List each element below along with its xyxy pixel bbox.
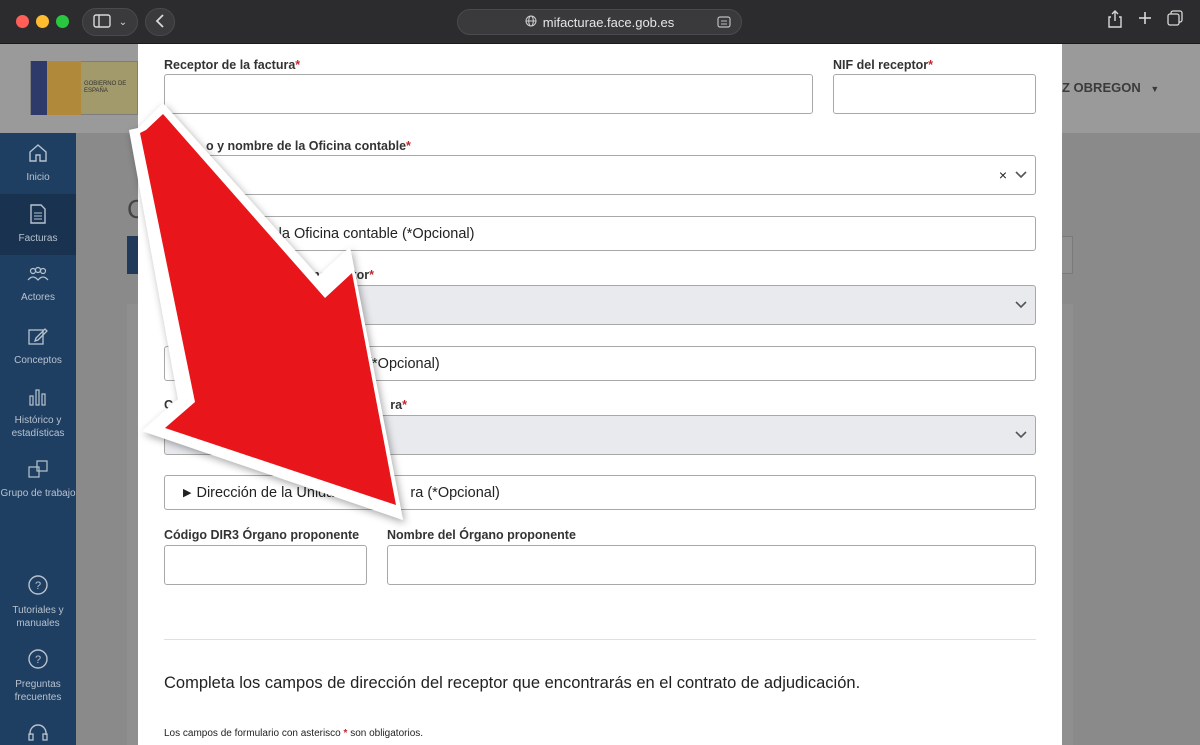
gobierno-logo: GOBIERNO DE ESPAÑA (30, 61, 138, 115)
required-note: Los campos de formulario con asterisco *… (164, 728, 424, 739)
minimize-window-button[interactable] (36, 15, 49, 28)
new-tab-icon[interactable] (1134, 10, 1156, 32)
chevron-left-icon (155, 13, 165, 31)
oficina-contable-label: o y nombre de la Oficina contable* (206, 139, 411, 153)
svg-text:?: ? (35, 580, 41, 592)
url-text: mifacturae.face.gob.es (542, 14, 675, 30)
triangle-right-icon: ▶ (183, 358, 192, 370)
sidebar-icon (93, 13, 111, 31)
address-bar[interactable]: mifacturae.face.gob.es (457, 9, 742, 35)
maximize-window-button[interactable] (56, 15, 69, 28)
user-menu[interactable]: Z OBREGON ▼ (1062, 80, 1159, 95)
nif-input[interactable] (833, 74, 1036, 114)
left-navigation: Inicio Facturas Actores Conceptos Histór… (0, 133, 76, 745)
help-text: Completa los campos de dirección del rec… (164, 674, 861, 692)
bar-chart-icon (0, 386, 76, 411)
home-icon (0, 143, 76, 168)
unidad-tramitadora-select[interactable] (164, 415, 1036, 455)
unidad-tramitadora-direccion-toggle[interactable]: ▶ Dirección de la Unidad t ra (*Opcional… (164, 475, 1036, 510)
gov-logo-text: GOBIERNO DE ESPAÑA (83, 81, 127, 94)
oficina-contable-select[interactable]: × (164, 155, 1036, 195)
chevron-down-icon (1015, 168, 1027, 180)
clear-icon[interactable]: × (999, 167, 1007, 183)
receptor-modal: Receptor de la factura* NIF del receptor… (138, 44, 1062, 745)
share-icon[interactable] (1104, 10, 1126, 32)
nav-item-inicio[interactable]: Inicio (0, 143, 76, 184)
group-icon (0, 459, 76, 484)
triangle-right-icon: ▶ (183, 228, 192, 240)
document-icon (0, 204, 76, 229)
coat-of-arms-icon (46, 61, 81, 115)
nombre-organo-proponente-input[interactable] (387, 545, 1036, 585)
chevron-down-icon: ⌄ (118, 16, 128, 28)
eu-flag-icon (31, 61, 47, 115)
nif-label: NIF del receptor* (833, 58, 934, 72)
headset-icon[interactable] (0, 723, 76, 745)
nav-item-preguntas[interactable]: ? Preguntas frecuentes (0, 648, 76, 704)
close-window-button[interactable] (16, 15, 29, 28)
nav-item-tutoriales[interactable]: ? Tutoriales y manuales (0, 574, 76, 630)
help-icon: ? (0, 648, 76, 675)
divider (164, 639, 1036, 640)
browser-toolbar: ⌄ mifacturae.face.gob.es (0, 0, 1200, 44)
receptor-input[interactable] (164, 74, 813, 114)
triangle-right-icon: ▶ (183, 487, 192, 499)
globe-icon (525, 15, 537, 30)
organo-gestor-select[interactable] (164, 285, 1036, 325)
tabs-overview-icon[interactable] (1164, 10, 1186, 32)
sidebar-toggle-button[interactable]: ⌄ (82, 8, 138, 36)
reader-icon[interactable] (717, 16, 731, 31)
unidad-tramitadora-label: Código y nombre de la ra* (164, 398, 407, 412)
help-icon: ? (0, 574, 76, 601)
oficina-contable-direccion-toggle[interactable]: ▶ de la Oficina contable (*Opcional) (164, 216, 1036, 251)
back-button[interactable] (145, 8, 175, 36)
nav-item-actores[interactable]: Actores (0, 265, 76, 304)
svg-text:?: ? (35, 654, 41, 666)
organo-gestor-label: Código y Órgano gestor* (164, 268, 374, 282)
caret-down-icon: ▼ (1150, 84, 1160, 94)
dir3-organo-proponente-input[interactable] (164, 545, 367, 585)
chevron-down-icon (1015, 428, 1027, 440)
nav-item-conceptos[interactable]: Conceptos (0, 326, 76, 367)
organo-gestor-direccion-toggle[interactable]: ▶ Dirección d stor (*Opcional) (164, 346, 1036, 381)
nav-item-facturas[interactable]: Facturas (0, 194, 76, 255)
nav-item-historico[interactable]: Histórico y estadísticas (0, 386, 76, 440)
edit-icon (0, 326, 76, 351)
receptor-label: Receptor de la factura* (164, 58, 301, 72)
people-icon (0, 265, 76, 288)
dir3-organo-proponente-label: Código DIR3 Órgano proponente (164, 528, 360, 542)
nombre-organo-proponente-label: Nombre del Órgano proponente (387, 528, 576, 542)
nav-item-grupo-trabajo[interactable]: Grupo de trabajo (0, 459, 76, 500)
chevron-down-icon (1015, 298, 1027, 310)
